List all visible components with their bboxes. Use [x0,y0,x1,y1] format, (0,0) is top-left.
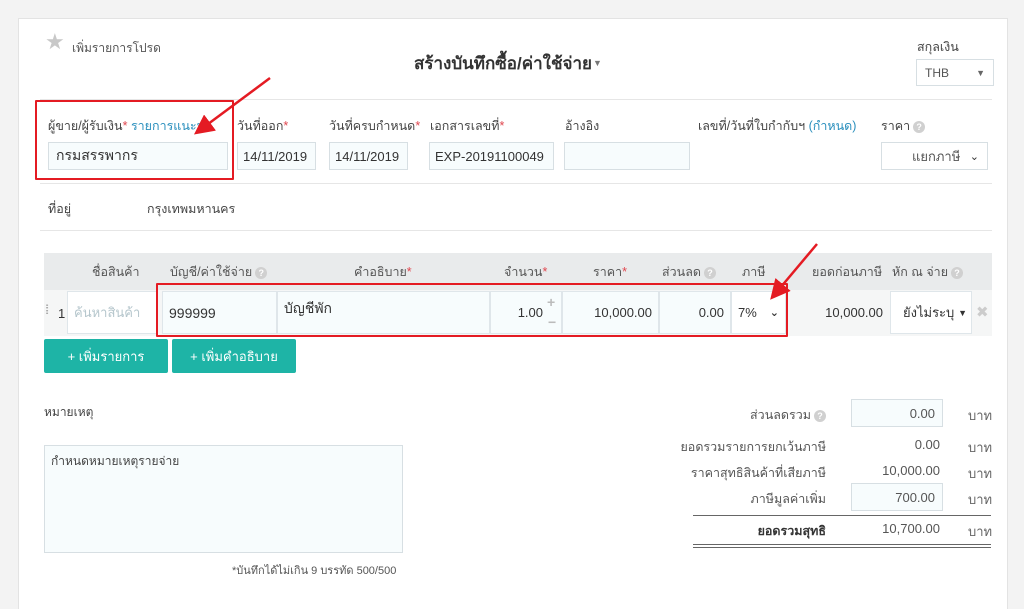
annotation-arrow-icon [193,76,818,300]
